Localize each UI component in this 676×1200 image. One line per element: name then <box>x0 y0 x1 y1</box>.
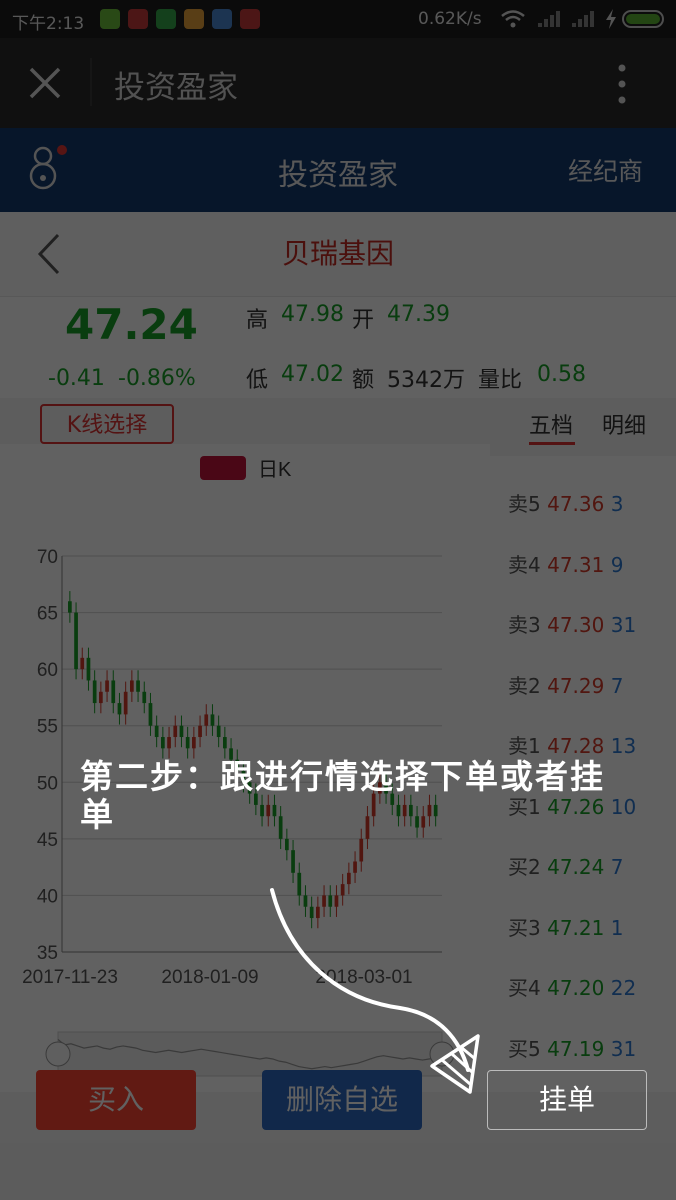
guide-arrow-icon <box>270 888 480 1094</box>
